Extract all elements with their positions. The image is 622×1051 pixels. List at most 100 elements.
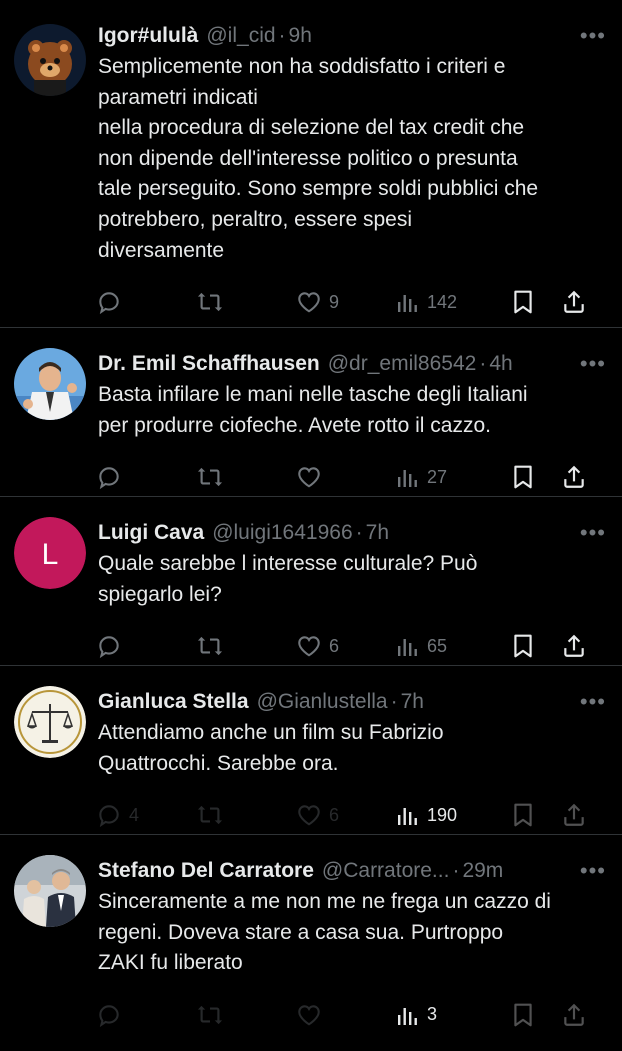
author-handle[interactable]: @il_cid: [206, 24, 275, 48]
reply-icon: [99, 636, 119, 659]
letter-avatar-icon: L: [14, 517, 86, 589]
bookmark-button[interactable]: [511, 464, 561, 490]
reply-button[interactable]: [96, 633, 196, 659]
like-button[interactable]: 6: [296, 802, 396, 828]
avatar-scales[interactable]: [14, 686, 86, 758]
retweet-button[interactable]: [196, 289, 296, 315]
share-button[interactable]: [561, 464, 587, 490]
more-options-icon[interactable]: •••: [580, 691, 606, 713]
share-button[interactable]: [561, 802, 587, 828]
views-button[interactable]: 27: [396, 465, 511, 489]
retweet-icon: [197, 468, 223, 487]
reply-count: 4: [129, 804, 140, 825]
views-icon: [398, 295, 417, 313]
like-count: 6: [329, 635, 340, 656]
share-icon: [564, 803, 584, 827]
tweet[interactable]: Igor#ululà @il_cid · 9h ••• Semplicement…: [0, 0, 622, 328]
views-button[interactable]: 65: [396, 634, 511, 658]
action-bar: 3: [96, 979, 602, 1051]
separator-dot: ·: [479, 352, 487, 375]
tweet-text: Basta infilare le mani nelle tasche degl…: [98, 383, 528, 437]
share-button[interactable]: [561, 633, 587, 659]
avatar-bear[interactable]: [14, 24, 86, 96]
more-options-icon[interactable]: •••: [580, 353, 606, 375]
reply-icon: [99, 292, 119, 315]
reply-button[interactable]: [96, 464, 196, 490]
heart-icon: [298, 805, 320, 826]
heart-icon: [298, 292, 320, 313]
views-count: 65: [427, 635, 448, 656]
timestamp[interactable]: 29m: [462, 859, 503, 883]
retweet-icon: [197, 637, 223, 656]
tweet-text: Semplicemente non ha soddisfatto i crite…: [98, 55, 539, 262]
views-icon: [398, 470, 417, 488]
author-name[interactable]: Igor#ululà: [98, 24, 198, 48]
share-button[interactable]: [561, 289, 587, 315]
like-button[interactable]: 9: [296, 289, 396, 315]
views-button[interactable]: 142: [396, 290, 511, 314]
timestamp[interactable]: 4h: [489, 352, 512, 376]
timestamp[interactable]: 9h: [289, 24, 312, 48]
reply-button[interactable]: 4: [96, 802, 196, 828]
separator-dot: ·: [390, 690, 398, 713]
bookmark-button[interactable]: [511, 802, 561, 828]
views-count: 190: [427, 804, 458, 825]
tweet-text: Attendiamo anche un film su Fabrizio Qua…: [98, 721, 444, 775]
tweet-text: Sinceramente a me non me ne frega un caz…: [98, 890, 551, 975]
bookmark-icon: [514, 290, 532, 314]
avatar-letter[interactable]: L: [14, 517, 86, 589]
author-handle[interactable]: @dr_emil86542: [328, 352, 477, 376]
views-icon: [398, 808, 417, 826]
reply-icon: [99, 805, 119, 828]
views-icon: [398, 1007, 417, 1025]
bookmark-icon: [514, 465, 532, 489]
timestamp[interactable]: 7h: [366, 521, 389, 545]
author-name[interactable]: Gianluca Stella: [98, 690, 249, 714]
heart-icon: [298, 636, 320, 657]
bear-avatar-icon: [14, 24, 86, 96]
avatar-man[interactable]: [14, 348, 86, 420]
like-button[interactable]: 6: [296, 633, 396, 659]
share-icon: [564, 290, 584, 313]
views-count: 27: [427, 466, 448, 487]
reply-button[interactable]: [96, 289, 196, 315]
heart-icon: [298, 467, 320, 488]
retweet-button[interactable]: [196, 802, 296, 828]
retweet-button[interactable]: [196, 464, 296, 490]
tweet[interactable]: L Luigi Cava @luigi1641966 · 7h ••• Qual…: [0, 497, 622, 666]
separator-dot: ·: [278, 24, 286, 47]
tweet[interactable]: Gianluca Stella @Gianlustella · 7h ••• A…: [0, 666, 622, 835]
author-handle[interactable]: @Gianlustella: [257, 690, 388, 714]
tweet[interactable]: Stefano Del Carratore @Carratore... · 29…: [0, 835, 622, 1027]
bookmark-icon: [514, 803, 532, 827]
views-button[interactable]: 190: [396, 803, 511, 827]
like-count: 9: [329, 291, 340, 312]
share-icon: [564, 465, 584, 489]
timestamp[interactable]: 7h: [401, 690, 424, 714]
man-suit-avatar-icon: [14, 348, 86, 420]
tweet-text: Quale sarebbe l interesse culturale? Può…: [98, 552, 478, 606]
author-handle[interactable]: @Carratore...: [322, 859, 450, 883]
author-handle[interactable]: @luigi1641966: [212, 521, 352, 545]
more-options-icon[interactable]: •••: [580, 860, 606, 882]
avatar-photo[interactable]: [14, 855, 86, 927]
views-count: 3: [427, 1004, 438, 1025]
views-icon: [398, 639, 417, 657]
separator-dot: ·: [452, 859, 460, 882]
share-icon: [564, 634, 584, 658]
reply-icon: [99, 467, 119, 490]
separator-dot: ·: [355, 521, 363, 544]
more-options-icon[interactable]: •••: [580, 522, 606, 544]
author-name[interactable]: Stefano Del Carratore: [98, 859, 314, 883]
more-options-icon[interactable]: •••: [580, 25, 606, 47]
author-name[interactable]: Dr. Emil Schaffhausen: [98, 352, 320, 376]
tweet[interactable]: Dr. Emil Schaffhausen @dr_emil86542 · 4h…: [0, 328, 622, 497]
bookmark-button[interactable]: [511, 633, 561, 659]
like-button[interactable]: [296, 464, 396, 490]
author-name[interactable]: Luigi Cava: [98, 521, 204, 545]
views-button[interactable]: 3: [396, 1003, 511, 1027]
like-count: 6: [329, 804, 340, 825]
retweet-button[interactable]: [196, 633, 296, 659]
bookmark-button[interactable]: [511, 289, 561, 315]
bookmark-icon: [514, 634, 532, 658]
